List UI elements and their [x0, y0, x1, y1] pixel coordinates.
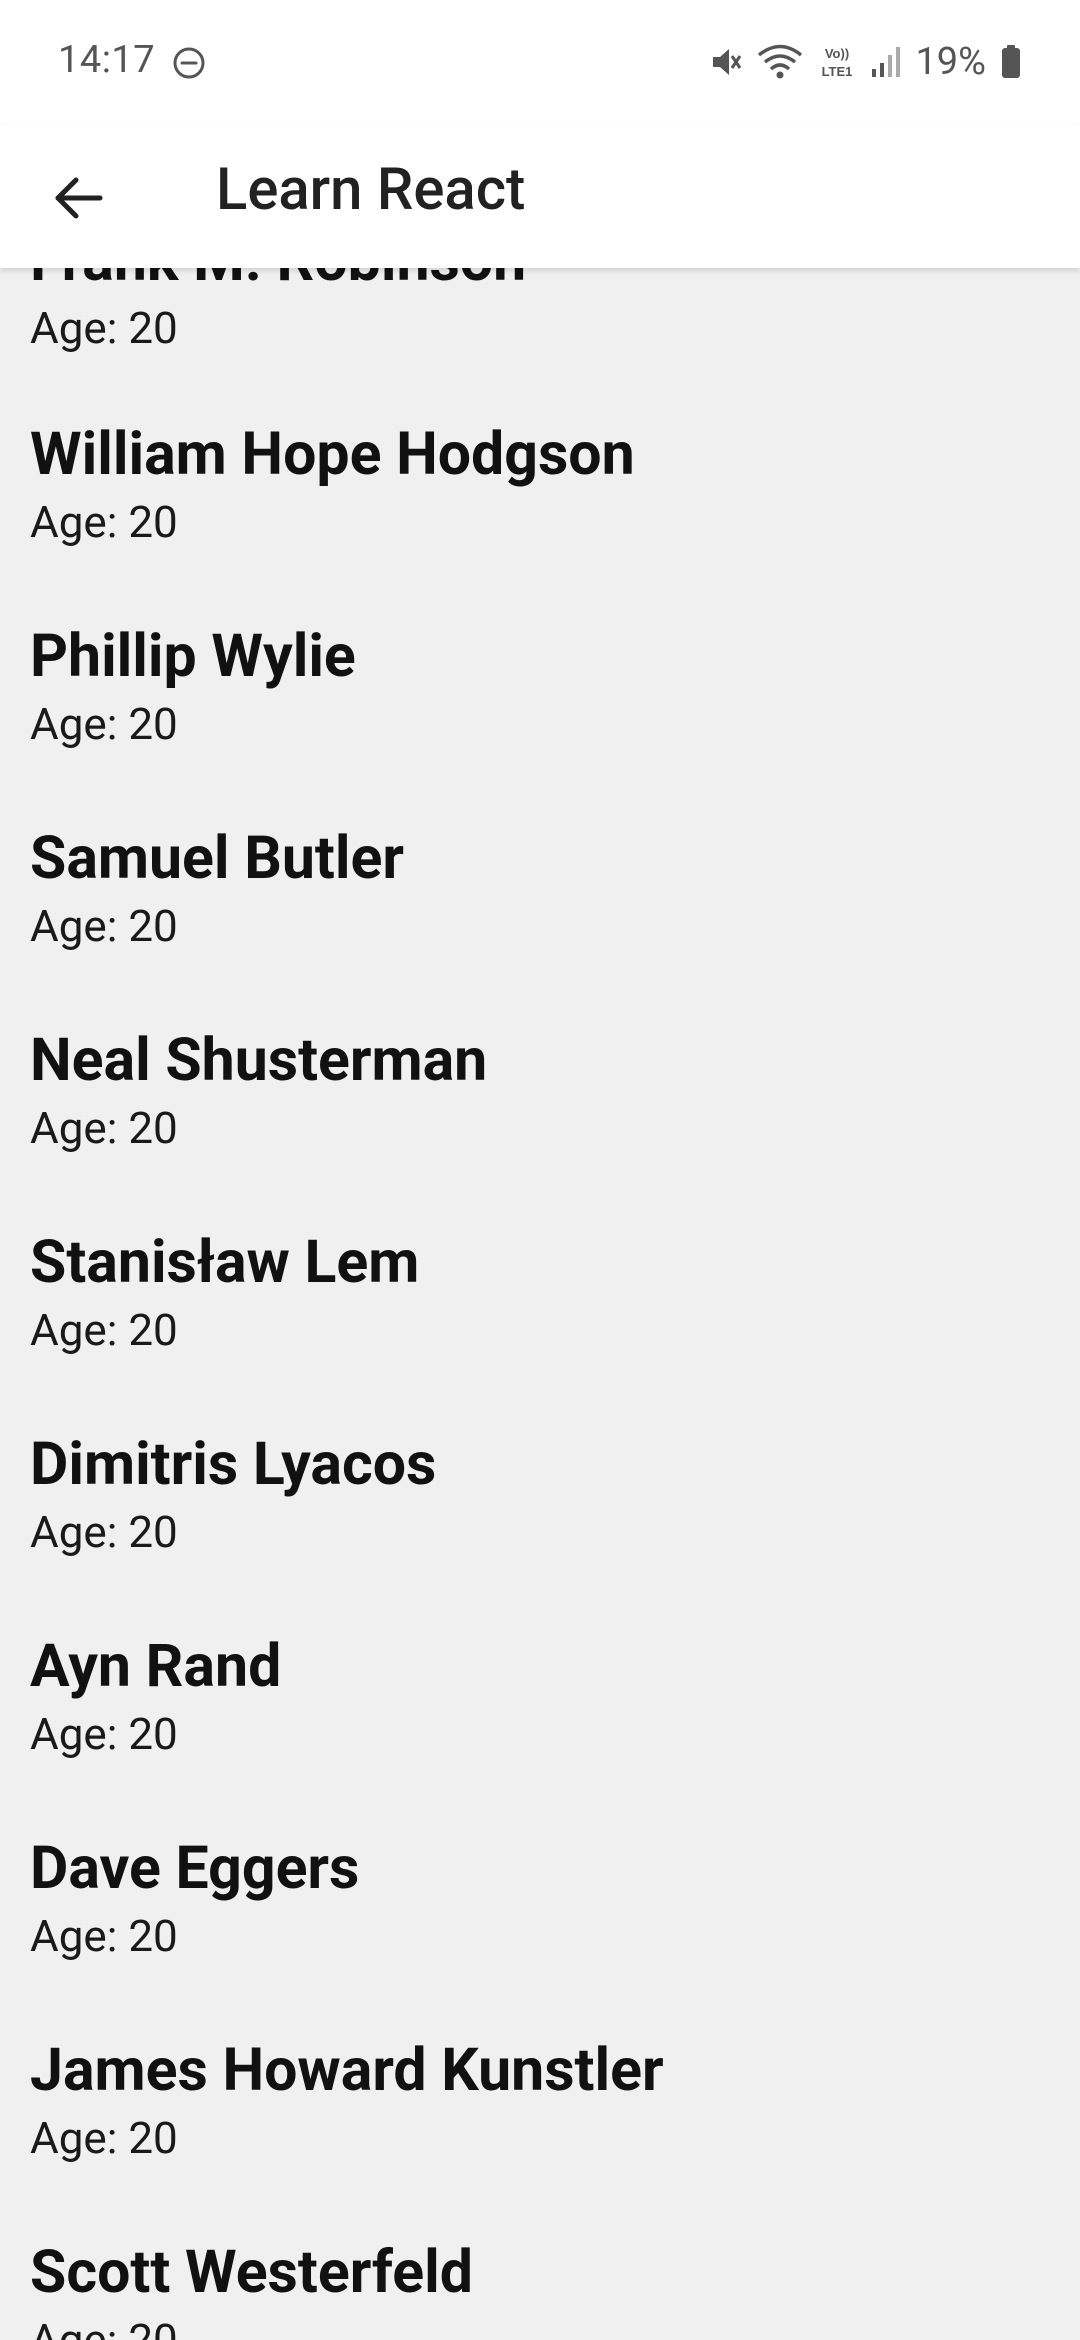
item-name: Phillip Wylie [30, 622, 356, 691]
item-age: Age: 20 [30, 1102, 178, 1154]
list-item[interactable]: Ayn Rand Age: 20 [30, 1632, 1050, 1834]
status-time: 14:17 [58, 38, 156, 82]
item-name: Neal Shusterman [30, 1026, 488, 1095]
do-not-disturb-icon [173, 47, 205, 79]
list-item[interactable]: Phillip Wylie Age: 20 [30, 622, 1050, 824]
list-item[interactable]: Stanisław Lem Age: 20 [30, 1228, 1050, 1430]
list-item[interactable]: Scott Westerfeld Age: 20 [30, 2238, 1050, 2340]
list-item[interactable]: Neal Shusterman Age: 20 [30, 1026, 1050, 1228]
back-button[interactable] [34, 154, 122, 242]
svg-text:LTE1: LTE1 [822, 64, 853, 79]
item-name: James Howard Kunstler [30, 2036, 664, 2105]
item-age: Age: 20 [30, 2112, 178, 2164]
item-name: Ayn Rand [30, 1632, 282, 1701]
item-age: Age: 20 [30, 496, 178, 548]
list-item[interactable]: Dimitris Lyacos Age: 20 [30, 1430, 1050, 1632]
item-age: Age: 20 [30, 900, 178, 952]
list-item[interactable]: Dave Eggers Age: 20 [30, 1834, 1050, 2036]
screen: Frank M. Robinson Age: 20 William Hope H… [0, 0, 1080, 2340]
item-age: Age: 20 [30, 1304, 178, 1356]
item-name: Stanisław Lem [30, 1228, 420, 1297]
item-name: William Hope Hodgson [30, 420, 635, 489]
battery-percentage: 19% [915, 40, 986, 84]
item-name: Samuel Butler [30, 824, 404, 893]
volte-icon: Vo)) LTE1 [822, 46, 853, 79]
arrow-left-icon [55, 177, 103, 219]
item-age: Age: 20 [30, 302, 178, 354]
signal-icon [872, 47, 901, 77]
status-icons: Vo)) LTE1 19% [709, 38, 1022, 86]
item-age: Age: 20 [30, 1506, 178, 1558]
item-name: Dave Eggers [30, 1834, 360, 1903]
status-bar: 14:17 Vo)) LTE1 19% [0, 0, 1080, 124]
item-name: Dimitris Lyacos [30, 1430, 437, 1499]
wifi-icon [758, 44, 803, 79]
battery-icon [1002, 45, 1020, 78]
svg-text:Vo)): Vo)) [825, 46, 849, 61]
person-list[interactable]: Frank M. Robinson Age: 20 William Hope H… [0, 0, 1080, 2340]
item-age: Age: 20 [30, 698, 178, 750]
item-age: Age: 20 [30, 2314, 178, 2340]
app-bar: Learn React [0, 124, 1080, 268]
list-item[interactable]: William Hope Hodgson Age: 20 [30, 420, 1050, 622]
mute-icon [713, 49, 742, 75]
item-name: Scott Westerfeld [30, 2238, 473, 2307]
item-age: Age: 20 [30, 1910, 178, 1962]
list-item[interactable]: James Howard Kunstler Age: 20 [30, 2036, 1050, 2238]
page-title: Learn React [216, 156, 526, 224]
item-age: Age: 20 [30, 1708, 178, 1760]
list-item[interactable]: Samuel Butler Age: 20 [30, 824, 1050, 1026]
